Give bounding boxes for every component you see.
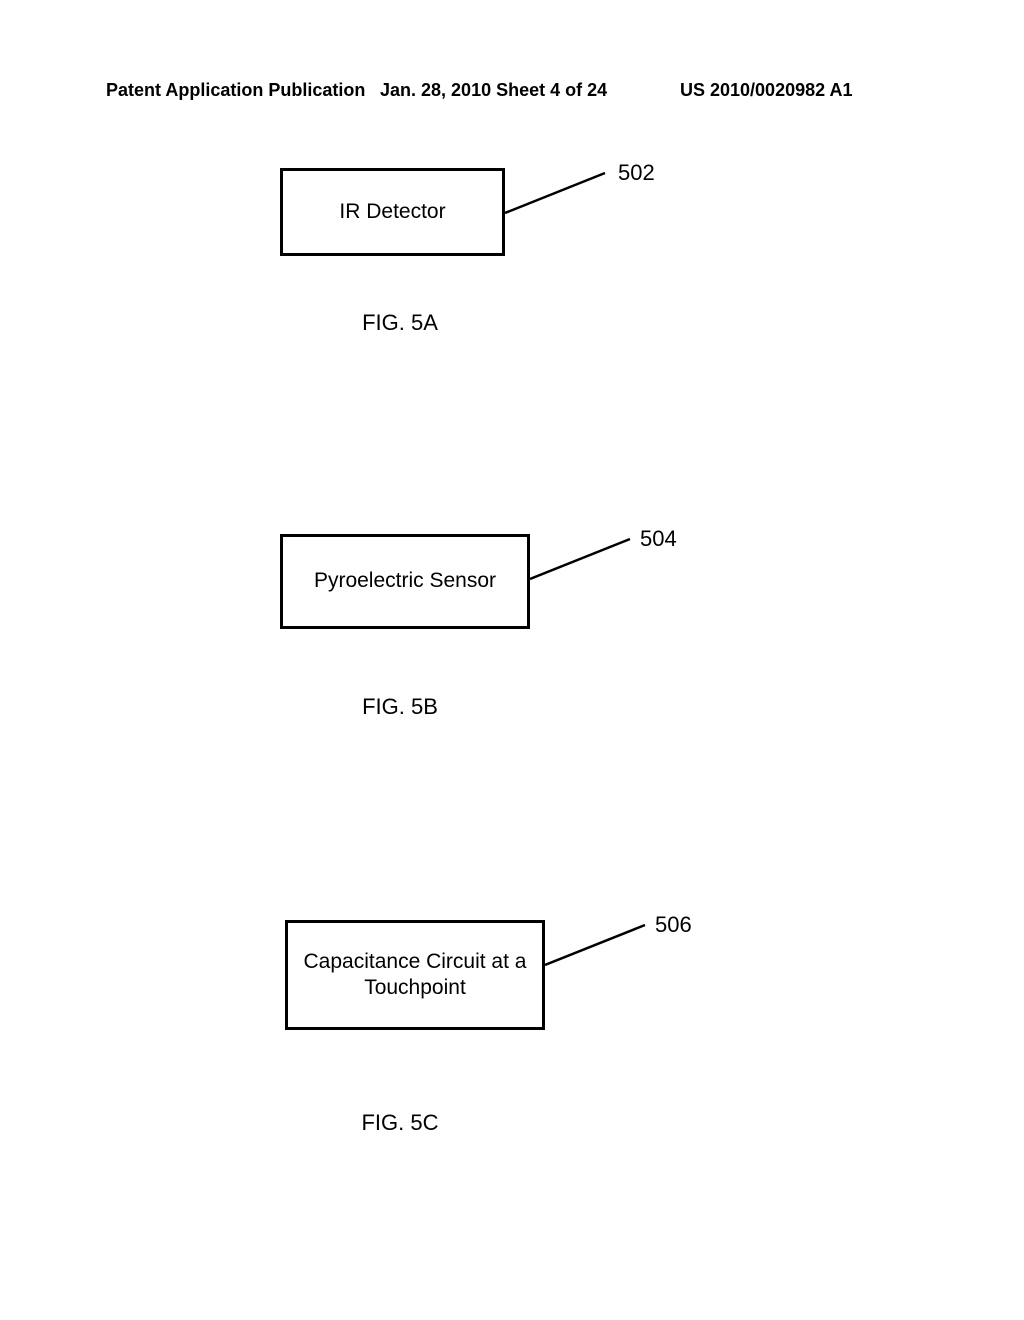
pyroelectric-sensor-box: Pyroelectric Sensor: [280, 534, 530, 629]
capacitance-circuit-label: Capacitance Circuit at a Touchpoint: [302, 949, 528, 1002]
ref-506: 506: [655, 912, 692, 938]
patent-page: Patent Application Publication Jan. 28, …: [0, 0, 1024, 1320]
ir-detector-label: IR Detector: [339, 199, 445, 225]
figure-5a-caption: FIG. 5A: [0, 310, 800, 336]
lead-line-506-icon: [545, 920, 665, 980]
lead-line-502-icon: [505, 168, 625, 228]
header-center: Jan. 28, 2010 Sheet 4 of 24: [380, 80, 607, 101]
ref-504: 504: [640, 526, 677, 552]
figure-5b-caption: FIG. 5B: [0, 694, 800, 720]
pyroelectric-sensor-label: Pyroelectric Sensor: [314, 568, 496, 594]
ir-detector-box: IR Detector: [280, 168, 505, 256]
figure-5c-caption: FIG. 5C: [0, 1110, 800, 1136]
capacitance-circuit-box: Capacitance Circuit at a Touchpoint: [285, 920, 545, 1030]
ref-502: 502: [618, 160, 655, 186]
header-right: US 2010/0020982 A1: [680, 80, 852, 101]
header-left: Patent Application Publication: [106, 80, 365, 101]
lead-line-504-icon: [530, 534, 650, 594]
